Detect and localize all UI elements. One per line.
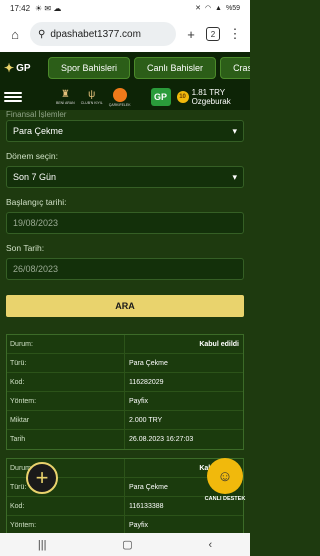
logo-text: GP — [16, 62, 31, 74]
add-button[interactable]: + — [26, 462, 58, 494]
mute-icon: ✕ — [195, 5, 201, 12]
site-info-icon[interactable]: ⚲ — [38, 29, 45, 40]
nav-sports-betting[interactable]: Spor Bahisleri — [48, 57, 131, 79]
partner-logo[interactable]: ÇARKIFELEK — [109, 87, 131, 107]
battery-level: %59 — [225, 4, 240, 12]
table-row: Durum:Kabul edildi — [7, 335, 243, 354]
end-date-input[interactable]: 26/08/2023 — [6, 258, 244, 280]
table-row: Tarih 26.08.2023 16:27:03 — [7, 430, 243, 449]
club-icon: ψ — [88, 88, 96, 100]
partner-logo[interactable]: ♜ BENİ ARAN — [56, 88, 75, 105]
section-label: Finansal İşlemler — [6, 110, 67, 118]
nav-crash[interactable]: Crash — [220, 57, 250, 79]
transaction-type-select[interactable]: Para Çekme ▾ — [6, 120, 244, 142]
new-tab-icon[interactable]: + — [182, 25, 200, 43]
home-icon[interactable]: ⌂ — [6, 25, 24, 43]
logo-star-icon: ✦ — [4, 61, 15, 75]
table-row: Miktar 2.000 TRY — [7, 411, 243, 430]
end-date-label: Son Tarih: — [6, 243, 45, 253]
search-button[interactable]: ARA — [6, 295, 244, 317]
address-bar[interactable]: ⚲ dpashabet1377.com — [30, 22, 176, 46]
table-row: Kod: 116282029 — [7, 373, 243, 392]
transaction-card: Durum:Kabul edildi Türü:Para Çekme Kod:1… — [6, 334, 244, 450]
status-bar: 17:42 ☀ ✉ ☁ ✕ ◠ ▲ %59 — [0, 0, 250, 16]
site-header: ♜ BENİ ARAN ψ CLUB'N KIYIL ÇARKIFELEK GP… — [0, 84, 250, 110]
partner-logo[interactable]: ψ CLUB'N KIYIL — [81, 88, 103, 105]
coin-icon: 10 — [176, 91, 189, 103]
recent-apps-icon[interactable]: ||| — [38, 539, 47, 551]
username: Ozgeburak — [191, 97, 231, 106]
wifi-icon: ◠ — [204, 5, 212, 12]
status-value: Kabul edildi — [199, 340, 239, 348]
system-nav-bar: ||| ▢ ‹ — [0, 533, 250, 556]
menu-icon[interactable] — [4, 92, 22, 102]
account-balance[interactable]: 10 1.81 TRY Ozgeburak — [176, 88, 231, 106]
tab-switcher-button[interactable]: 2 — [206, 27, 220, 41]
start-date-input[interactable]: 19/08/2023 — [6, 212, 244, 234]
notification-icons: ☀ ✉ ☁ — [35, 3, 62, 13]
start-date-label: Başlangıç tarihi: — [6, 197, 67, 207]
site-nav: ✦ GP Spor Bahisleri Canlı Bahisler Crash — [0, 52, 250, 84]
wheel-icon — [112, 87, 127, 102]
headset-icon: ☺ — [207, 458, 243, 494]
bonus-button[interactable]: GP — [150, 88, 171, 106]
period-label: Dönem seçin: — [6, 151, 58, 161]
browser-toolbar: ⌂ ⚲ dpashabet1377.com + 2 ⋮ — [0, 16, 250, 52]
clock: 17:42 — [10, 3, 31, 13]
live-support-button[interactable]: ☺ CANLI DESTEK — [202, 458, 248, 510]
nav-live-betting[interactable]: Canlı Bahisler — [134, 57, 217, 79]
chevron-down-icon: ▾ — [232, 125, 237, 136]
url-text: dpashabet1377.com — [50, 28, 141, 40]
trophy-icon: ♜ — [60, 88, 70, 100]
period-select[interactable]: Son 7 Gün ▾ — [6, 166, 244, 188]
balance-amount: 1.81 TRY — [191, 88, 226, 97]
table-row: Yöntem: Payfix — [7, 392, 243, 411]
table-row: Türü: Para Çekme — [7, 354, 243, 373]
back-icon[interactable]: ‹ — [208, 539, 212, 551]
signal-icon: ▲ — [215, 4, 222, 12]
home-button-icon[interactable]: ▢ — [122, 538, 132, 551]
chevron-down-icon: ▾ — [232, 171, 237, 182]
more-menu-icon[interactable]: ⋮ — [226, 25, 244, 43]
partner-logos: ♜ BENİ ARAN ψ CLUB'N KIYIL ÇARKIFELEK — [56, 87, 131, 107]
site-logo[interactable]: ✦ GP — [4, 61, 44, 75]
